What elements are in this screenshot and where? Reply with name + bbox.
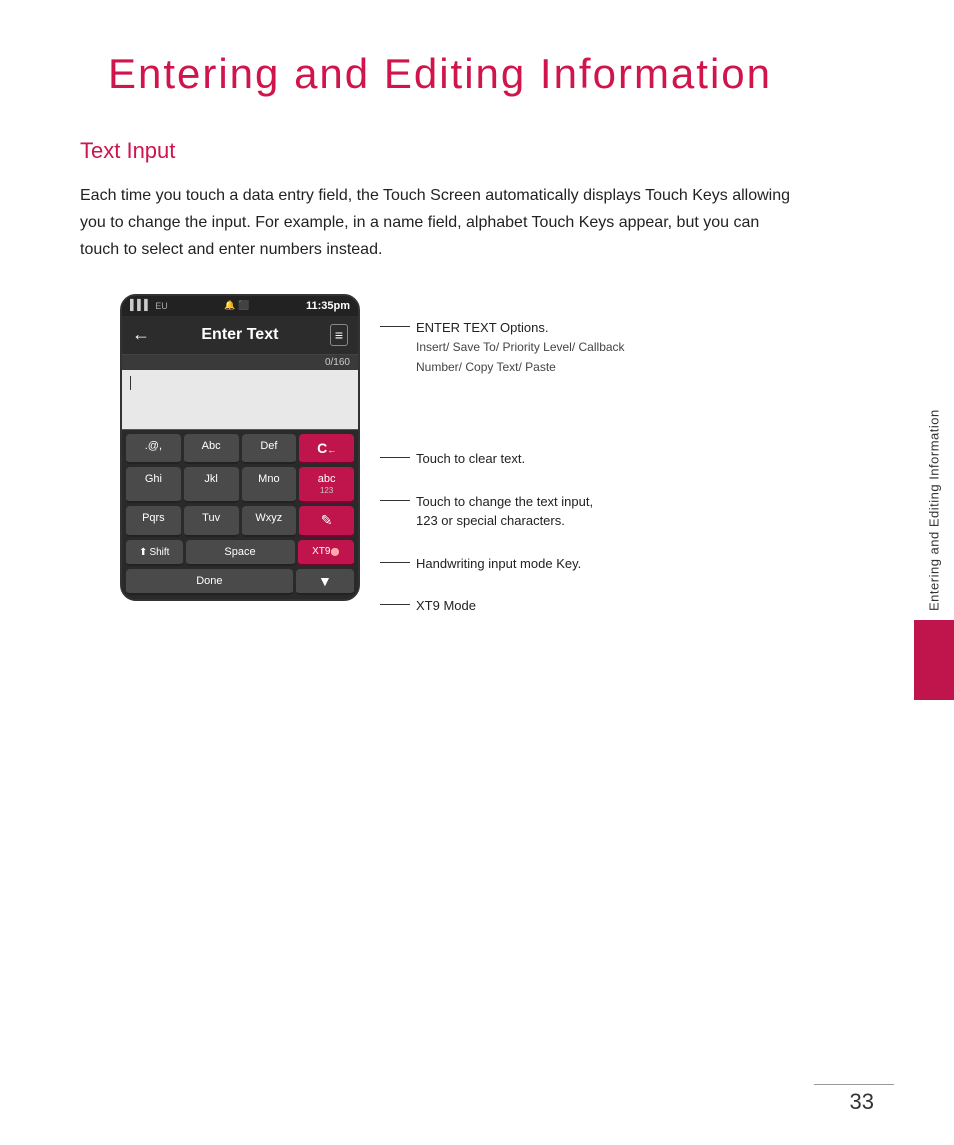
body-text: Each time you touch a data entry field, …	[80, 182, 800, 264]
key-wxyz[interactable]: Wxyz	[242, 506, 297, 537]
key-ghi[interactable]: Ghi	[126, 467, 181, 504]
keyboard-row-1: .@, Abc Def C←	[126, 434, 354, 464]
keyboard-done-row: Done ▼	[126, 569, 354, 595]
key-shift[interactable]: ⬆ Shift	[126, 540, 183, 566]
key-done[interactable]: Done	[126, 569, 293, 595]
status-icons: 🔔 ⬛	[224, 300, 249, 311]
text-cursor	[130, 376, 131, 390]
key-pqrs[interactable]: Pqrs	[126, 506, 181, 537]
callout-line-1	[380, 326, 410, 327]
phone-header: ← Enter Text ≡	[122, 316, 358, 355]
sidebar-accent	[914, 620, 954, 700]
keyboard-row-3: Pqrs Tuv Wxyz ✎	[126, 506, 354, 537]
callout-line-5	[380, 604, 410, 605]
status-left: ▌▌▌ EU	[130, 300, 168, 311]
callout-enter-text: ENTER TEXT Options. Insert/ Save To/ Pri…	[380, 318, 625, 377]
key-mno[interactable]: Mno	[242, 467, 297, 504]
callout-xt9: XT9 Mode	[380, 596, 625, 616]
key-abc-123[interactable]: abc123	[299, 467, 354, 504]
callout-text-4: Handwriting input mode Key.	[416, 554, 581, 574]
back-button[interactable]: ←	[132, 324, 150, 345]
callout-text-3: Touch to change the text input, 123 or s…	[416, 492, 593, 531]
key-space[interactable]: Space	[186, 540, 295, 566]
char-counter: 0/160	[325, 357, 350, 368]
section-title: Text Input	[80, 138, 800, 164]
callout-line-4	[380, 562, 410, 563]
callout-area: ENTER TEXT Options. Insert/ Save To/ Pri…	[380, 294, 625, 634]
key-def[interactable]: Def	[242, 434, 297, 464]
key-handwriting[interactable]: ✎	[299, 506, 354, 537]
header-title: Enter Text	[201, 326, 278, 344]
key-arrow-down[interactable]: ▼	[296, 569, 354, 595]
shift-arrow-icon: ⬆	[139, 547, 147, 558]
text-input-area[interactable]	[122, 370, 358, 430]
key-abc[interactable]: Abc	[184, 434, 239, 464]
callout-text-5: XT9 Mode	[416, 596, 476, 616]
callout-text-1: ENTER TEXT Options. Insert/ Save To/ Pri…	[416, 318, 625, 377]
status-bar: ▌▌▌ EU 🔔 ⬛ 11:35pm	[122, 296, 358, 316]
key-tuv[interactable]: Tuv	[184, 506, 239, 537]
callout-line-3	[380, 500, 410, 501]
callout-text-2: Touch to clear text.	[416, 449, 525, 469]
key-jkl[interactable]: Jkl	[184, 467, 239, 504]
bottom-divider	[814, 1084, 894, 1085]
phone-mockup: ▌▌▌ EU 🔔 ⬛ 11:35pm ← Enter Text ≡ 0/160	[120, 294, 360, 602]
page-title: Entering and Editing Information	[80, 50, 800, 98]
keyboard-row-4: ⬆ Shift Space XT9⬤	[126, 540, 354, 566]
key-at[interactable]: .@,	[126, 434, 181, 464]
signal-icon: ▌▌▌	[130, 300, 151, 311]
keyboard: .@, Abc Def C← Ghi Jkl Mno abc123 Pqrs T…	[122, 430, 358, 600]
network-label: EU	[155, 301, 168, 311]
keyboard-row-2: Ghi Jkl Mno abc123	[126, 467, 354, 504]
callout-sub-1: Insert/ Save To/ Priority Level/ Callbac…	[416, 340, 625, 374]
menu-button[interactable]: ≡	[330, 324, 348, 346]
counter-bar: 0/160	[122, 355, 358, 370]
callout-clear: Touch to clear text.	[380, 449, 625, 469]
key-xt9[interactable]: XT9⬤	[298, 540, 355, 566]
page-content: Entering and Editing Information Text In…	[0, 0, 880, 694]
shift-label: Shift	[149, 547, 169, 558]
callout-change-input: Touch to change the text input, 123 or s…	[380, 492, 625, 531]
page-number: 33	[850, 1089, 874, 1115]
callout-handwriting: Handwriting input mode Key.	[380, 554, 625, 574]
callout-label-1: ENTER TEXT Options.	[416, 320, 548, 335]
callout-sub-3: 123 or special characters.	[416, 513, 565, 528]
status-time: 11:35pm	[306, 300, 350, 312]
phone-area: ▌▌▌ EU 🔔 ⬛ 11:35pm ← Enter Text ≡ 0/160	[120, 294, 800, 634]
key-clear[interactable]: C←	[299, 434, 354, 464]
callout-line-2	[380, 457, 410, 458]
